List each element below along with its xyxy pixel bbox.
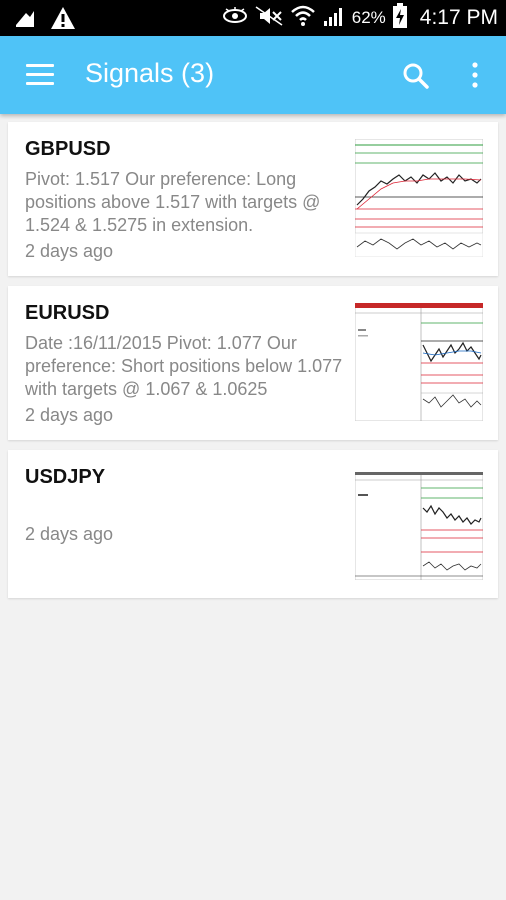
signal-icon	[322, 5, 346, 31]
battery-charging-icon	[392, 3, 408, 33]
chart-thumbnail	[354, 471, 484, 581]
signal-description: Date :16/11/2015 Pivot: 1.077 Our prefer…	[25, 333, 343, 399]
signal-symbol: GBPUSD	[25, 138, 111, 160]
status-bar: 62% 4:17 PM	[0, 0, 506, 36]
hamburger-menu-icon[interactable]	[26, 64, 54, 86]
search-icon[interactable]	[402, 62, 430, 90]
warning-icon	[50, 6, 76, 34]
mute-icon	[254, 5, 284, 31]
eye-icon	[222, 6, 248, 30]
clock: 4:17 PM	[419, 6, 498, 29]
battery-percent: 62%	[351, 8, 386, 27]
app-bar: Signals (3)	[0, 36, 506, 114]
wifi-icon	[290, 4, 316, 32]
chart-thumbnail	[354, 138, 484, 258]
signal-card-usdjpy[interactable]: USDJPY 2 days ago	[8, 450, 498, 598]
notification-icon	[14, 7, 36, 33]
signal-description: Pivot: 1.517 Our preference: Long positi…	[25, 169, 321, 235]
signal-symbol: EURUSD	[25, 302, 110, 324]
chart-thumbnail	[354, 302, 484, 422]
signal-card-gbpusd[interactable]: GBPUSD Pivot: 1.517 Our preference: Long…	[8, 122, 498, 276]
signal-time: 2 days ago	[25, 241, 114, 261]
signal-time: 2 days ago	[25, 524, 114, 544]
signal-card-eurusd[interactable]: EURUSD Date :16/11/2015 Pivot: 1.077 Our…	[8, 286, 498, 440]
page-title: Signals (3)	[85, 58, 215, 88]
signal-symbol: USDJPY	[25, 466, 106, 488]
more-options-icon[interactable]	[466, 60, 484, 90]
signal-time: 2 days ago	[25, 405, 114, 425]
